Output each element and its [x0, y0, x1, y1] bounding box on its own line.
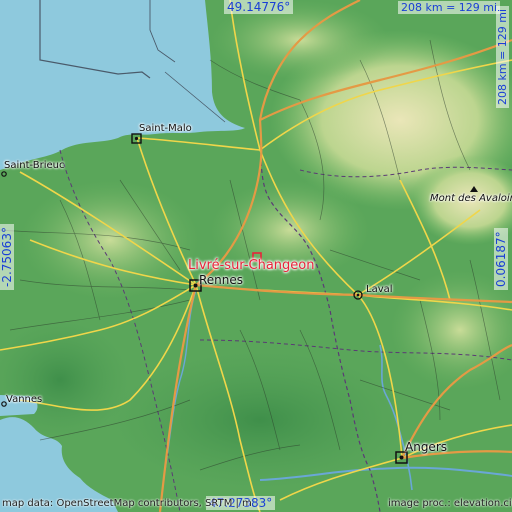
- mont-des-avaloirs-label: Mont des Avaloirs: [430, 193, 512, 204]
- map-data-credit: map data: OpenStreetMap contributors, SR…: [2, 498, 252, 509]
- angers-label: Angers: [405, 440, 447, 454]
- brittany-hills: [20, 180, 200, 300]
- topographic-map[interactable]: 49.14776° 47.27383° -2.75063° 0.06187° 2…: [0, 0, 512, 512]
- saint-brieuc-label: Saint-Brieuc: [4, 160, 65, 171]
- horizontal-scale-label: 208 km = 129 mi: [398, 1, 501, 14]
- east-longitude-label: 0.06187°: [494, 228, 508, 290]
- north-latitude-label: 49.14776°: [224, 0, 294, 14]
- saint-malo-label: Saint-Malo: [139, 123, 192, 134]
- terrain-layer: [0, 0, 512, 512]
- vertical-scale-label: 208 km = 129 mi: [496, 5, 509, 108]
- rennes-label: Rennes: [199, 273, 244, 287]
- vannes-label: Vannes: [6, 394, 43, 405]
- image-processing-credit: image proc.: elevation.city: [388, 498, 512, 509]
- west-longitude-label: -2.75063°: [0, 224, 14, 290]
- place-name-label: Livré-sur-Changeon: [188, 258, 315, 273]
- laval-label: Laval: [366, 284, 393, 295]
